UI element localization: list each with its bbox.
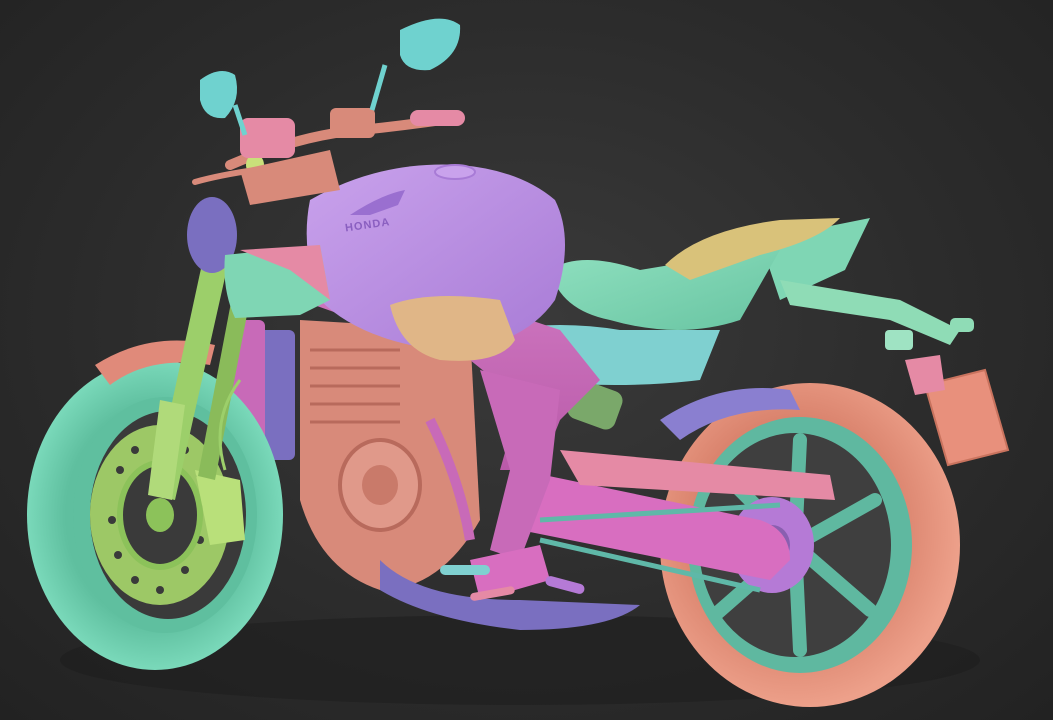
master-cylinder	[330, 108, 375, 138]
front-wheel	[27, 360, 283, 670]
instrument-cluster	[240, 118, 295, 158]
motorcycle-render: HONDA	[27, 18, 1010, 707]
foot-peg	[440, 565, 490, 575]
render-viewport[interactable]: HONDA	[0, 0, 1053, 720]
turn-signal-right	[950, 318, 974, 332]
tail-light	[885, 330, 913, 350]
right-mirror-stem	[369, 64, 388, 111]
side-stand	[545, 576, 585, 594]
rider-seat	[550, 250, 780, 330]
right-grip	[410, 110, 465, 126]
right-mirror	[400, 18, 461, 71]
engine-cover-center	[362, 465, 398, 505]
left-mirror	[200, 71, 238, 119]
license-plate-mount	[905, 355, 945, 395]
fuel-cap	[434, 164, 476, 180]
license-plate-bracket	[780, 280, 960, 345]
front-hub	[146, 498, 174, 532]
